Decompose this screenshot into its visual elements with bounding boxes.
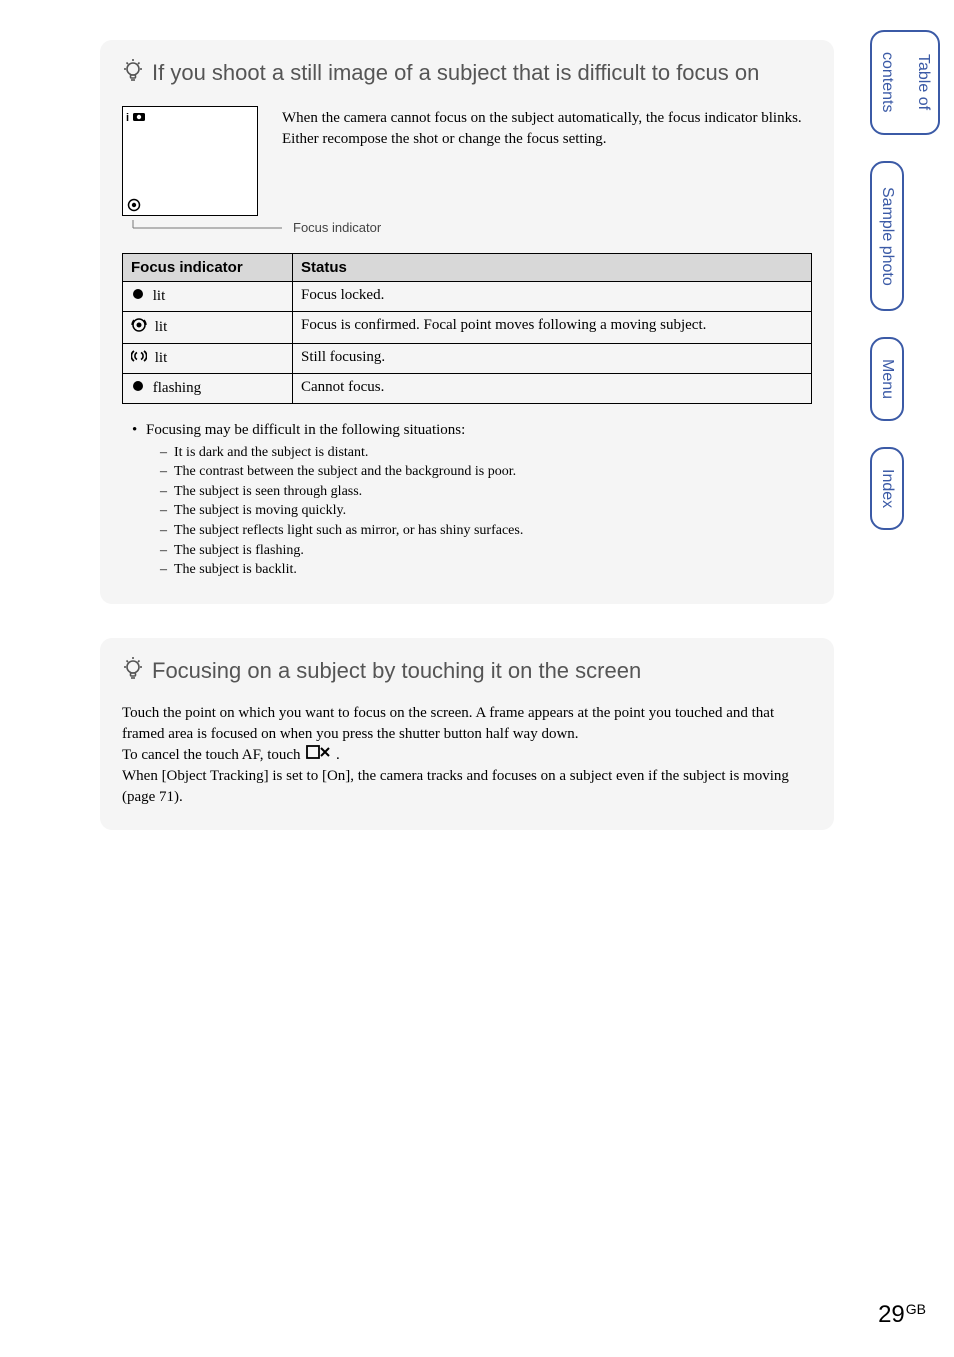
page-number: 29GB	[878, 1301, 926, 1329]
indicator-label: flashing	[153, 380, 201, 396]
status-cell: Still focusing.	[293, 343, 812, 373]
table-row: lit Focus locked.	[123, 281, 812, 311]
tip-paragraph: To cancel the touch AF, touch .	[122, 745, 812, 766]
tab-label-line: Table of	[914, 52, 932, 112]
solid-dot-icon	[131, 287, 145, 306]
figure-leader: Focus indicator	[122, 220, 812, 235]
touch-af-cancel-icon	[306, 745, 330, 766]
tab-label: Sample photo	[878, 187, 896, 286]
tip-heading: Focusing on a subject by touching it on …	[122, 656, 812, 690]
status-cell: Focus is confirmed. Focal point moves fo…	[293, 311, 812, 343]
list-item: The subject is moving quickly.	[160, 501, 812, 521]
svg-text:i: i	[126, 112, 129, 124]
tip-box-touch-focus: Focusing on a subject by touching it on …	[100, 638, 834, 831]
tip-title: Focusing on a subject by touching it on …	[152, 656, 812, 686]
tab-label: Menu	[878, 359, 896, 399]
figure-caption: When the camera cannot focus on the subj…	[282, 106, 812, 150]
table-row: flashing Cannot focus.	[123, 373, 812, 403]
tip-bulb-icon	[122, 656, 144, 690]
page-num-suffix: GB	[906, 1301, 926, 1317]
indicator-label: lit	[155, 350, 168, 366]
tip-bulb-icon	[122, 58, 144, 92]
list-item: The subject is backlit.	[160, 560, 812, 580]
bullet-list: Focusing may be difficult in the followi…	[122, 420, 812, 580]
tab-table-of-contents[interactable]: Table of contents	[870, 30, 940, 135]
tab-label: Index	[878, 469, 896, 508]
bullet-text: Focusing may be difficult in the followi…	[146, 422, 465, 438]
solid-dot-icon	[131, 379, 145, 398]
tip-box-focus-difficult: If you shoot a still image of a subject …	[100, 40, 834, 604]
table-header: Focus indicator	[123, 253, 293, 281]
tab-label-line: contents	[878, 52, 896, 112]
tip-paragraph: When [Object Tracking] is set to [On], t…	[122, 766, 812, 808]
tip-paragraph: Touch the point on which you want to foc…	[122, 703, 812, 745]
tip-title: If you shoot a still image of a subject …	[152, 58, 812, 88]
focus-indicator-icon	[127, 198, 141, 212]
indicator-label: lit	[155, 319, 168, 335]
leader-label: Focus indicator	[293, 220, 381, 235]
tab-menu[interactable]: Menu	[870, 337, 904, 421]
focus-indicator-table: Focus indicator Status lit Focus locked.…	[122, 253, 812, 404]
table-header: Status	[293, 253, 812, 281]
camera-screen-figure: i	[122, 106, 258, 216]
indicator-label: lit	[153, 288, 166, 304]
figure-row: i When the camera cannot focus on the su…	[122, 106, 812, 216]
sub-bullet-list: It is dark and the subject is distant. T…	[146, 443, 812, 580]
arc-pair-icon	[131, 349, 147, 368]
tab-sample-photo[interactable]: Sample photo	[870, 161, 904, 311]
table-row: lit Still focusing.	[123, 343, 812, 373]
tab-index[interactable]: Index	[870, 447, 904, 530]
status-cell: Cannot focus.	[293, 373, 812, 403]
list-item: The subject reflects light such as mirro…	[160, 521, 812, 541]
list-item: The subject is seen through glass.	[160, 482, 812, 502]
status-cell: Focus locked.	[293, 281, 812, 311]
table-row: lit Focus is confirmed. Focal point move…	[123, 311, 812, 343]
mode-badge: i	[126, 110, 148, 127]
tip-heading: If you shoot a still image of a subject …	[122, 58, 812, 92]
list-item: The contrast between the subject and the…	[160, 462, 812, 482]
text-fragment: To cancel the touch AF, touch	[122, 747, 304, 763]
list-item: The subject is flashing.	[160, 541, 812, 561]
text-fragment: .	[336, 747, 340, 763]
target-ring-icon	[131, 317, 147, 338]
list-item: It is dark and the subject is distant.	[160, 443, 812, 463]
page-num-value: 29	[878, 1301, 905, 1328]
side-tabs: Table of contents Sample photo Menu Inde…	[870, 30, 940, 556]
